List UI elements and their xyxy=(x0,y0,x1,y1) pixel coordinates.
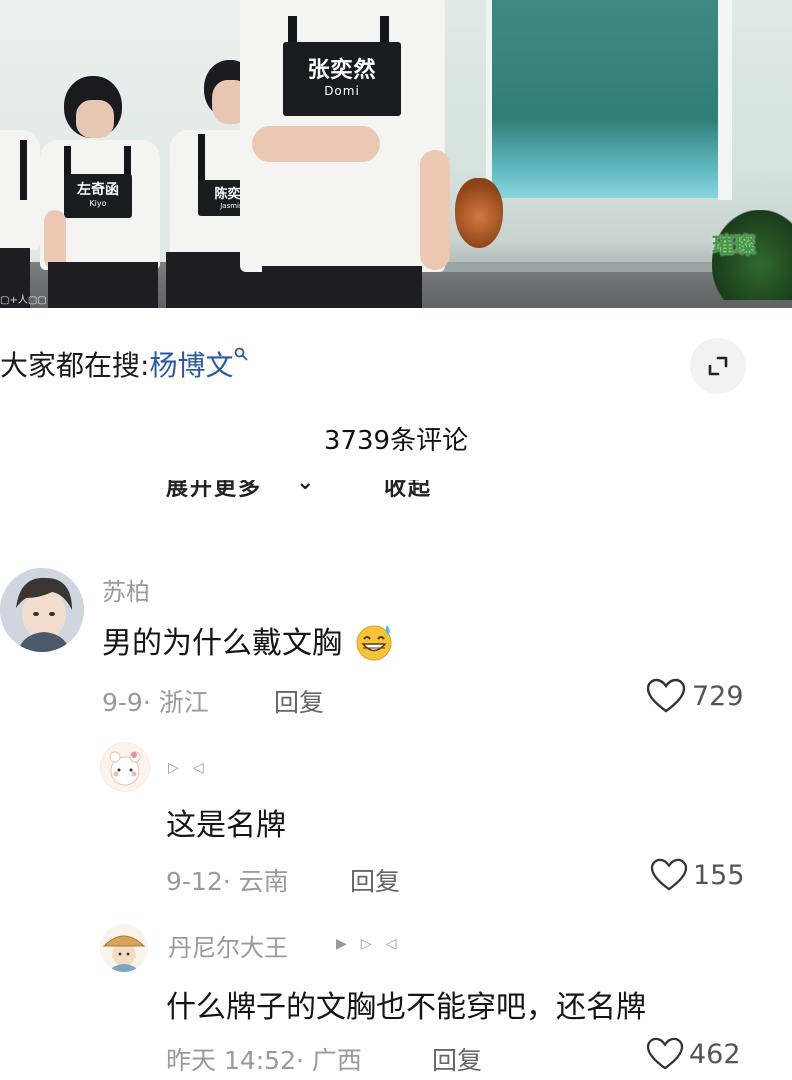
video-frame[interactable]: 左奇函 Kiyo 陈奕恒 Jasmine 张奕然 Domi 璀璨 ▢+人▢▢ xyxy=(0,0,792,308)
comment-meta: 9-9· 浙江 xyxy=(102,683,209,719)
comment-count: 3739条评论 xyxy=(323,426,469,456)
search-term-link[interactable]: 杨博文 xyxy=(149,344,233,384)
video-watermark: 璀璨 xyxy=(712,234,757,259)
window xyxy=(492,0,720,198)
bib-en: Kiyo xyxy=(89,199,107,208)
comment-location: 浙江 xyxy=(158,688,209,717)
search-icon[interactable] xyxy=(234,347,248,365)
anime-avatar-icon xyxy=(0,568,84,652)
comment-meta: 9-12· 云南 xyxy=(166,862,289,898)
heart-icon xyxy=(646,1037,684,1070)
avatar[interactable] xyxy=(0,568,84,652)
heart-icon xyxy=(646,678,686,713)
like-count: 155 xyxy=(693,859,745,891)
name-bib-left: 左奇函 Kiyo xyxy=(64,174,132,218)
expand-collapse-row[interactable]: 展开更多 ⌄ 收起 ⌃ xyxy=(0,480,792,504)
cartoon-cat-avatar-icon xyxy=(101,743,149,791)
reply-button[interactable]: 回复 xyxy=(274,683,324,719)
like-button[interactable]: 155 xyxy=(650,858,745,892)
expand-more-link[interactable]: 展开更多 xyxy=(166,480,262,502)
search-prefix: 大家都在搜: xyxy=(0,349,150,382)
reply-arrows: ▶▷◁ xyxy=(336,936,410,952)
grinning-sweat-emoji xyxy=(356,625,392,661)
comment-username[interactable]: 苏柏 xyxy=(102,572,150,607)
reply-arrows: ▷◁ xyxy=(168,760,218,776)
bib-en: Domi xyxy=(324,84,360,98)
fullscreen-button[interactable] xyxy=(690,338,746,394)
comment-location: 云南 xyxy=(238,867,289,896)
like-button[interactable]: 462 xyxy=(646,1037,741,1071)
reply-button[interactable]: 回复 xyxy=(432,1041,482,1077)
play-icon: ◁ xyxy=(385,936,411,952)
play-icon: ▷ xyxy=(168,760,193,776)
like-count: 462 xyxy=(689,1038,741,1070)
comment-date: 9-9 xyxy=(102,688,143,717)
comment-date: 9-12 xyxy=(166,867,223,896)
avatar[interactable] xyxy=(100,742,150,792)
chevron-up-icon: ⌃ xyxy=(462,480,483,495)
reply-button[interactable]: 回复 xyxy=(350,862,400,898)
meta-separator: · xyxy=(222,867,239,896)
bib-name: 左奇函 xyxy=(77,182,119,198)
bib-name: 张奕然 xyxy=(307,58,377,83)
collapse-link[interactable]: 收起 xyxy=(384,480,432,502)
chevron-down-icon: ⌄ xyxy=(296,480,317,495)
like-button[interactable]: 729 xyxy=(646,678,744,714)
name-bib-main: 张奕然 Domi xyxy=(283,42,401,116)
comment-text-body: 男的为什么戴文胸 xyxy=(102,626,342,661)
meta-separator: · xyxy=(142,688,159,717)
comment-text: 这是名牌 xyxy=(166,808,286,843)
search-suggestion[interactable]: 大家都在搜: 杨博文 xyxy=(0,338,248,390)
avatar[interactable] xyxy=(100,924,148,972)
straw-hat-avatar-icon xyxy=(100,924,148,972)
window-frame xyxy=(718,0,732,200)
meta-separator: · xyxy=(296,1046,312,1075)
comment-text: 什么牌子的文胸也不能穿吧，还名牌 xyxy=(166,990,646,1025)
comment-username[interactable]: 丹尼尔大王 xyxy=(168,928,288,963)
like-count: 729 xyxy=(692,680,744,712)
play-icon: ▶ xyxy=(336,936,361,952)
play-icon: ◁ xyxy=(192,760,218,776)
heart-icon xyxy=(650,858,688,891)
comment-meta: 昨天 14:52· 广西 xyxy=(166,1041,362,1077)
comment-location: 广西 xyxy=(311,1046,362,1075)
play-icon: ▷ xyxy=(360,936,386,952)
comment-text: 男的为什么戴文胸 xyxy=(102,618,394,662)
guitar xyxy=(455,178,503,248)
video-corner-text: ▢+人▢▢ xyxy=(0,295,47,306)
comment-date: 昨天 14:52 xyxy=(166,1046,296,1075)
expand-icon xyxy=(708,356,728,376)
